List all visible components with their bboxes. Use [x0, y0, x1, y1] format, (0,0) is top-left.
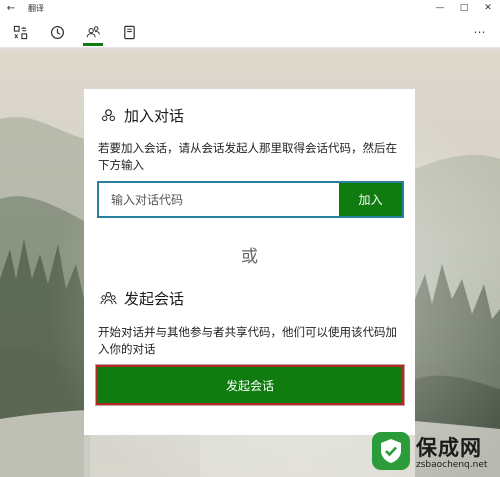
or-separator: 或	[241, 247, 258, 267]
more-button[interactable]: ⋯	[470, 16, 490, 48]
start-description: 开始对话并与其他参与者共享代码，他们可以使用该代码加入你的对话	[98, 325, 397, 356]
tab-phrasebook[interactable]	[112, 16, 146, 48]
conversation-code-input[interactable]	[99, 183, 339, 216]
back-button[interactable]: ←	[0, 0, 22, 16]
shield-check-icon	[381, 439, 401, 463]
maximize-button[interactable]: □	[452, 0, 476, 16]
tab-conversation[interactable]	[76, 16, 110, 48]
join-description: 若要加入会话，请从会话发起人那里取得会话代码，然后在下方输入	[98, 141, 397, 172]
conversation-panel: 加入对话 若要加入会话，请从会话发起人那里取得会话代码，然后在下方输入 加入 或…	[84, 89, 415, 435]
start-conversation-button[interactable]: 发起会话	[96, 365, 404, 405]
join-section-header: 加入对话	[98, 105, 184, 126]
start-conversation-icon	[98, 289, 118, 309]
title-bar: ← 翻译 — □ ✕	[0, 0, 500, 16]
watermark-url: zsbaochenq.net	[416, 460, 488, 470]
arrow-left-icon: ←	[6, 2, 16, 14]
window-controls: — □ ✕	[428, 0, 500, 16]
tab-translate[interactable]	[3, 16, 37, 48]
join-button[interactable]: 加入	[339, 183, 402, 216]
book-icon	[123, 25, 135, 39]
watermark: 保成网 zsbaochenq.net	[372, 430, 500, 477]
start-section-header: 发起会话	[98, 288, 184, 309]
minimize-button[interactable]: —	[428, 0, 452, 16]
close-button[interactable]: ✕	[476, 0, 500, 16]
window-title: 翻译	[28, 3, 44, 13]
start-section-title: 发起会话	[124, 290, 185, 308]
minimize-icon: —	[435, 3, 445, 13]
join-code-row: 加入	[97, 181, 404, 218]
tab-history[interactable]	[40, 16, 74, 48]
join-section-title: 加入对话	[124, 107, 185, 125]
close-icon: ✕	[484, 3, 492, 13]
clock-icon	[50, 25, 64, 39]
tab-bar	[0, 16, 500, 48]
people-icon	[86, 25, 100, 37]
join-conversation-icon	[98, 106, 118, 126]
maximize-icon: □	[459, 3, 469, 13]
watermark-logo	[372, 432, 410, 470]
watermark-name: 保成网	[416, 436, 482, 460]
translate-icon	[13, 25, 27, 39]
app-window: ← 翻译 — □ ✕ ⋯ 加入对话 若要加入会话，请从会话发起人那里取得会话代码…	[0, 0, 500, 477]
more-icon: ⋯	[473, 25, 487, 39]
